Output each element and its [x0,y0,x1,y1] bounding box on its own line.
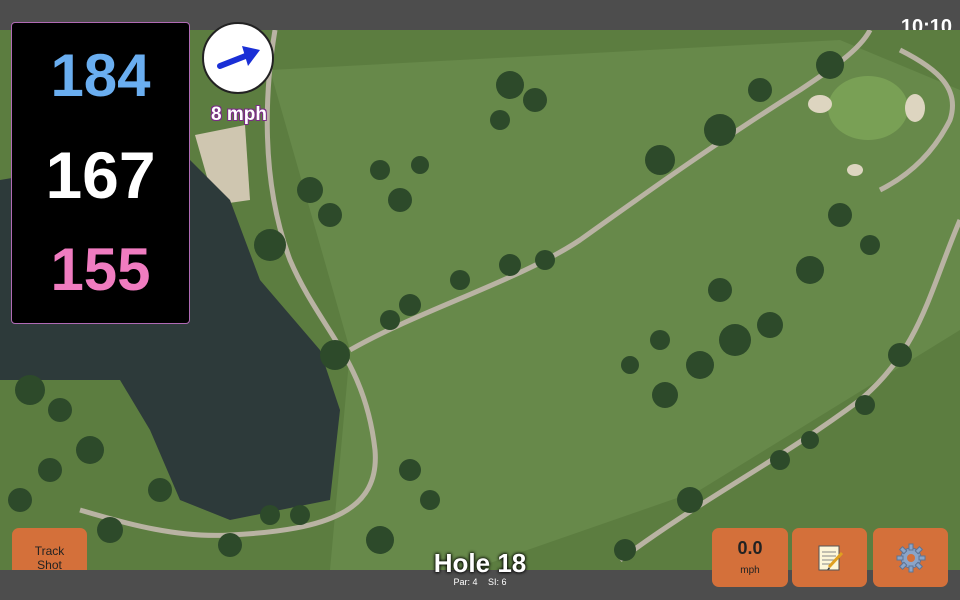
distance-back: 184 [50,42,151,109]
speed-value: 0.0 [737,538,763,558]
distance-middle: 167 [45,138,156,212]
wind-indicator [202,22,274,94]
hole-stroke-index: SI: 6 [488,577,507,587]
notepad-icon [818,545,843,570]
speed-button[interactable]: 0.0 mph [712,528,788,587]
settings-button[interactable] [873,528,948,587]
gear-icon [896,543,925,572]
wind-speed-label: 8 mph [211,104,267,125]
distance-panel: 184 167 155 [11,22,190,324]
speed-unit: mph [740,565,760,576]
distance-front: 155 [50,236,151,303]
track-shot-label-line1: Track [34,544,65,558]
hole-par: Par: 4 [453,577,478,587]
hole-title: Hole 18 [433,548,527,578]
notes-button[interactable] [792,528,867,587]
hole-info: Par: 4 SI: 6 [380,577,580,587]
arrow-right-icon [217,46,260,69]
